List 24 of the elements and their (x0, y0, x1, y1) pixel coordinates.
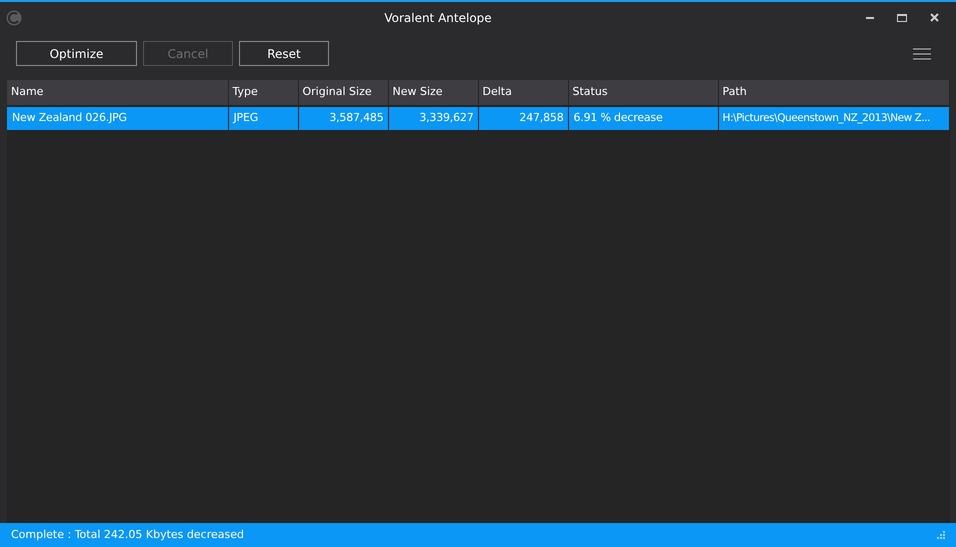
column-header[interactable]: Delta (478, 80, 568, 106)
maximize-icon[interactable] (897, 14, 907, 22)
table-cell: JPEG (228, 106, 298, 130)
table-cell: H:\Pictures\Queenstown_NZ_2013\New Z... (718, 106, 950, 130)
toolbar-button[interactable]: Reset (239, 41, 329, 66)
minimize-icon[interactable] (866, 16, 874, 19)
app-logo-icon (6, 10, 22, 26)
table-cell: 247,858 (478, 106, 568, 130)
table-cell: 6.91 % decrease (568, 106, 718, 130)
table-cell: New Zealand 026.JPG (7, 106, 228, 130)
column-header[interactable]: Name (7, 80, 228, 106)
table-cell: 3,587,485 (298, 106, 388, 130)
status-text: Complete : Total 242.05 Kbytes decreased (11, 526, 244, 543)
column-header[interactable]: Path (718, 80, 950, 106)
column-header[interactable]: Original Size (298, 80, 388, 106)
column-header[interactable]: Type (228, 80, 298, 106)
column-header[interactable]: New Size (388, 80, 478, 106)
table-cell: 3,339,627 (388, 106, 478, 130)
resize-grip-icon[interactable] (937, 531, 945, 539)
column-header[interactable]: Status (568, 80, 718, 106)
toolbar-button[interactable]: Optimize (16, 41, 137, 66)
close-icon[interactable] (930, 13, 938, 22)
window-title: Voralent Antelope (384, 10, 492, 24)
menu-icon[interactable] (913, 48, 931, 60)
